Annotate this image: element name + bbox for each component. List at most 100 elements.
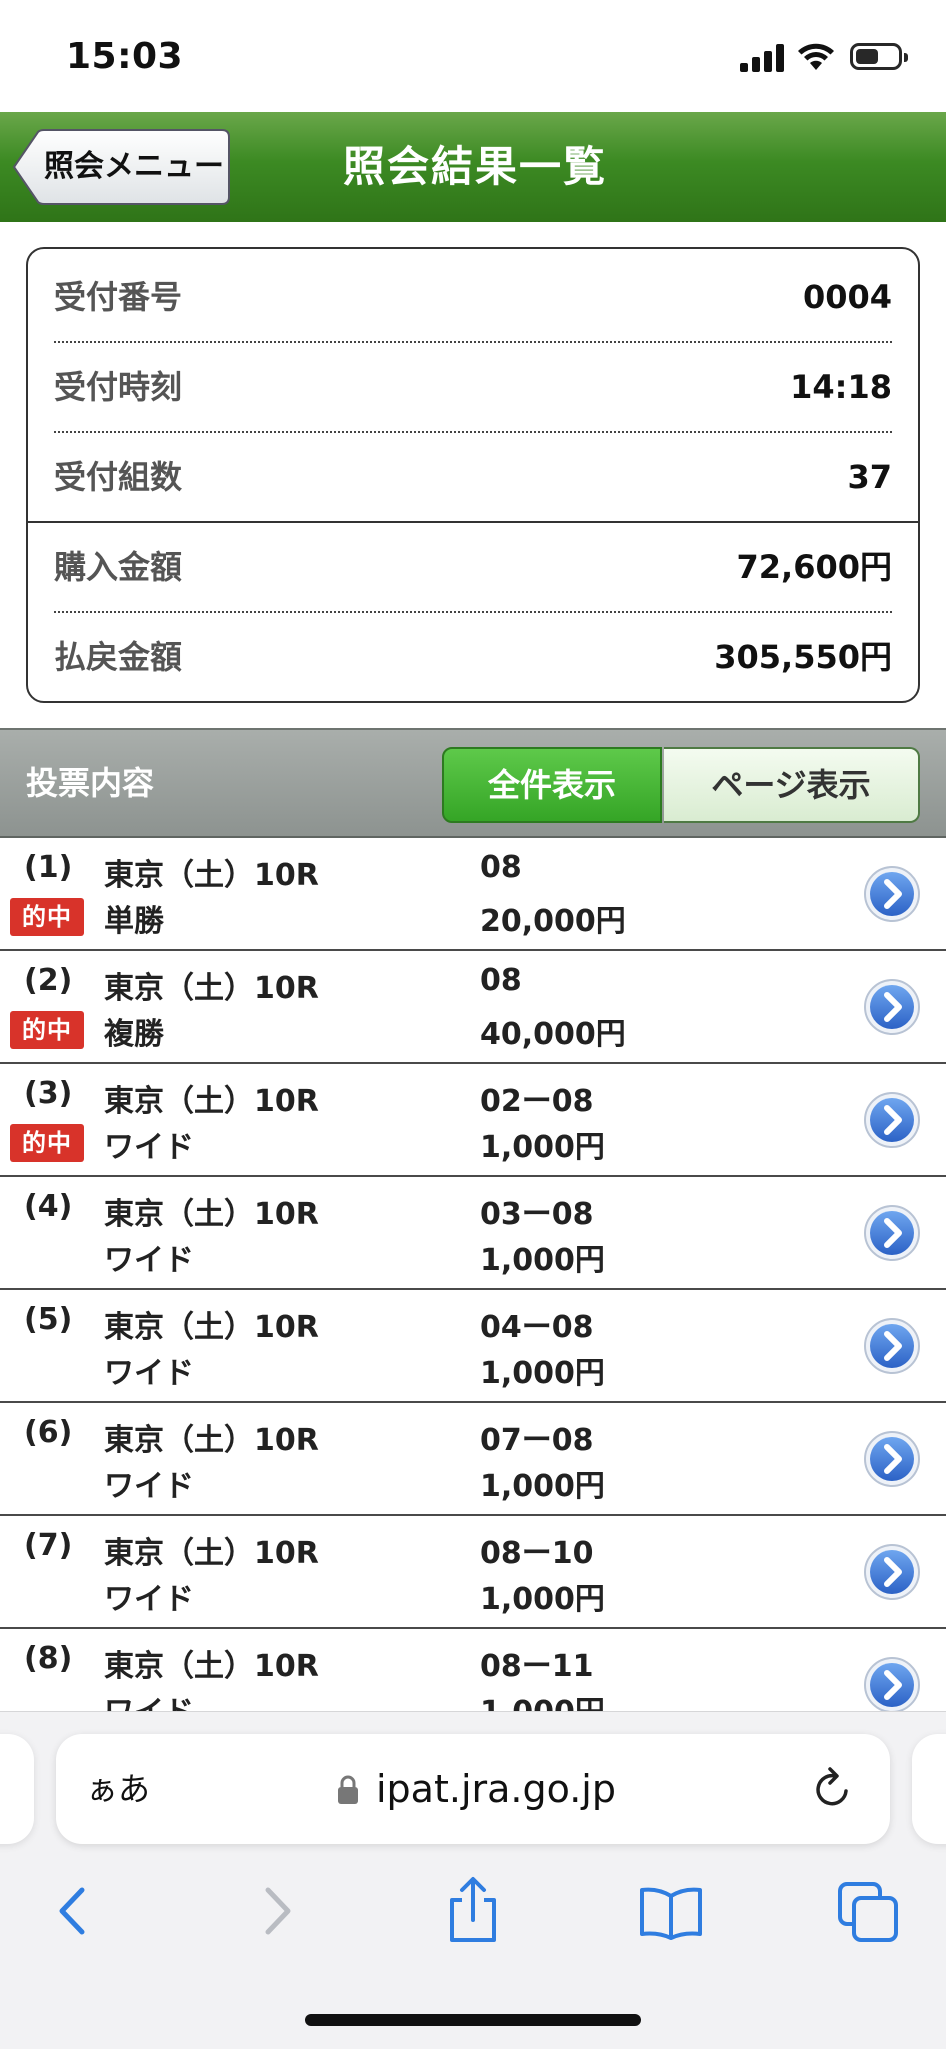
tab-show-all[interactable]: 全件表示	[442, 747, 662, 823]
bet-row[interactable]: (1) 東京（土）10R 単勝 08 20,000円 的中	[0, 838, 946, 951]
bet-race: 東京（土）10R	[104, 971, 319, 1006]
bet-type: ワイド	[104, 1469, 194, 1504]
bet-row[interactable]: (5) 東京（土）10R ワイド 04ー08 1,000円	[0, 1290, 946, 1403]
bet-number: (7)	[24, 1528, 73, 1563]
bet-combination: 08ー11	[480, 1649, 594, 1684]
lock-icon	[338, 1775, 358, 1804]
bet-combination: 07ー08	[480, 1423, 594, 1458]
bet-number: (2)	[24, 963, 73, 998]
bet-combination: 08	[480, 850, 522, 885]
bet-amount: 1,000円	[480, 1356, 605, 1391]
bet-combination: 08	[480, 963, 522, 998]
summary-value: 37	[847, 458, 892, 496]
bet-amount: 1,000円	[480, 1582, 605, 1617]
address-bar[interactable]: ぁあ ipat.jra.go.jp	[56, 1734, 890, 1844]
bet-type: ワイド	[104, 1243, 194, 1278]
bet-race: 東京（土）10R	[104, 1084, 319, 1119]
back-arrow-icon[interactable]	[38, 1876, 108, 1946]
hit-badge: 的中	[10, 898, 84, 936]
bet-number: (8)	[24, 1641, 73, 1676]
detail-arrow-icon[interactable]	[862, 1429, 922, 1489]
bet-number: (5)	[24, 1302, 73, 1337]
cellular-signal-icon	[740, 44, 786, 72]
bet-type: 複勝	[104, 1017, 164, 1052]
summary-value: 0004	[802, 278, 892, 316]
bet-row[interactable]: (4) 東京（土）10R ワイド 03ー08 1,000円	[0, 1177, 946, 1290]
summary-label: 購入金額	[54, 548, 183, 586]
detail-arrow-icon[interactable]	[862, 1090, 922, 1150]
browser-toolbar: ぁあ ipat.jra.go.jp	[0, 1711, 946, 2049]
detail-arrow-icon[interactable]	[862, 977, 922, 1037]
bet-number: (1)	[24, 850, 73, 885]
hit-badge: 的中	[10, 1124, 84, 1162]
bet-combination: 03ー08	[480, 1197, 594, 1232]
summary-box: 受付番号 0004 受付時刻 14:18 受付組数 37 購入金額 72,600…	[26, 247, 920, 703]
bet-combination: 08ー10	[480, 1536, 594, 1571]
url-text[interactable]: ipat.jra.go.jp	[376, 1734, 616, 1844]
bet-race: 東京（土）10R	[104, 1197, 319, 1232]
bet-list: (1) 東京（土）10R 単勝 08 20,000円 的中 (2) 東京（土）10R 複勝 08 4…	[0, 838, 946, 1711]
bet-number: (4)	[24, 1189, 73, 1224]
summary-label: 払戻金額	[54, 638, 183, 676]
tabs-icon[interactable]	[834, 1876, 904, 1946]
reload-icon[interactable]	[810, 1764, 856, 1814]
battery-icon	[850, 43, 908, 70]
detail-arrow-icon[interactable]	[862, 1316, 922, 1376]
home-indicator	[305, 2014, 641, 2026]
wifi-icon	[798, 43, 834, 70]
previous-tab-preview[interactable]	[0, 1734, 34, 1844]
bet-race: 東京（土）10R	[104, 1536, 319, 1571]
bet-race: 東京（土）10R	[104, 1649, 319, 1684]
bet-row[interactable]: (2) 東京（土）10R 複勝 08 40,000円 的中	[0, 951, 946, 1064]
bet-row[interactable]: (6) 東京（土）10R ワイド 07ー08 1,000円	[0, 1403, 946, 1516]
summary-label: 受付時刻	[54, 368, 183, 406]
bet-race: 東京（土）10R	[104, 1423, 319, 1458]
status-bar: 15:03	[0, 0, 946, 112]
summary-row-receipt-number: 受付番号 0004	[28, 253, 918, 341]
back-button-label: 照会メニュー	[44, 149, 224, 184]
app-header: 照会メニュー 照会結果一覧	[0, 112, 946, 222]
bet-type: ワイド	[104, 1356, 194, 1391]
bet-type: ワイド	[104, 1130, 194, 1165]
bet-combination: 04ー08	[480, 1310, 594, 1345]
section-header: 投票内容 全件表示 ページ表示	[0, 728, 946, 838]
section-title: 投票内容	[26, 764, 155, 802]
forward-arrow-icon[interactable]	[242, 1876, 312, 1946]
summary-value: 72,600円	[736, 548, 893, 586]
bet-number: (6)	[24, 1415, 73, 1450]
summary-row-receipt-time: 受付時刻 14:18	[28, 343, 918, 431]
tab-page-view[interactable]: ページ表示	[664, 747, 920, 823]
bet-number: (3)	[24, 1076, 73, 1111]
summary-value: 14:18	[790, 368, 892, 406]
detail-arrow-icon[interactable]	[862, 1203, 922, 1263]
bet-race: 東京（土）10R	[104, 1310, 319, 1345]
bet-type: ワイド	[104, 1687, 194, 1711]
summary-row-purchase-amount: 購入金額 72,600円	[28, 523, 918, 611]
summary-value: 305,550円	[714, 638, 892, 676]
share-icon[interactable]	[438, 1876, 508, 1946]
bet-type: 単勝	[104, 904, 164, 939]
detail-arrow-icon[interactable]	[862, 864, 922, 924]
back-button[interactable]: 照会メニュー	[12, 129, 230, 205]
bet-row[interactable]: (8) 東京（土）10R ワイド 08ー11 1,000円	[0, 1629, 946, 1711]
detail-arrow-icon[interactable]	[862, 1542, 922, 1602]
detail-arrow-icon[interactable]	[862, 1655, 922, 1711]
bet-type: ワイド	[104, 1582, 194, 1617]
hit-badge: 的中	[10, 1011, 84, 1049]
bet-amount: 1,000円	[480, 1469, 605, 1504]
reader-options-button[interactable]: ぁあ	[86, 1734, 150, 1844]
status-time: 15:03	[66, 36, 184, 77]
summary-label: 受付組数	[54, 458, 183, 496]
bet-race: 東京（土）10R	[104, 858, 319, 893]
bet-amount: 1,000円	[480, 1243, 605, 1278]
bet-row[interactable]: (3) 東京（土）10R ワイド 02ー08 1,000円 的中	[0, 1064, 946, 1177]
summary-row-payout-amount: 払戻金額 305,550円	[28, 613, 918, 701]
bookmarks-icon[interactable]	[636, 1876, 706, 1946]
bet-row[interactable]: (7) 東京（土）10R ワイド 08ー10 1,000円	[0, 1516, 946, 1629]
summary-label: 受付番号	[54, 278, 183, 316]
bet-combination: 02ー08	[480, 1084, 594, 1119]
next-tab-preview[interactable]	[912, 1734, 946, 1844]
bet-amount: 1,000円	[480, 1687, 605, 1711]
bet-amount: 40,000円	[480, 1017, 626, 1052]
page-title: 照会結果一覧	[342, 142, 607, 191]
